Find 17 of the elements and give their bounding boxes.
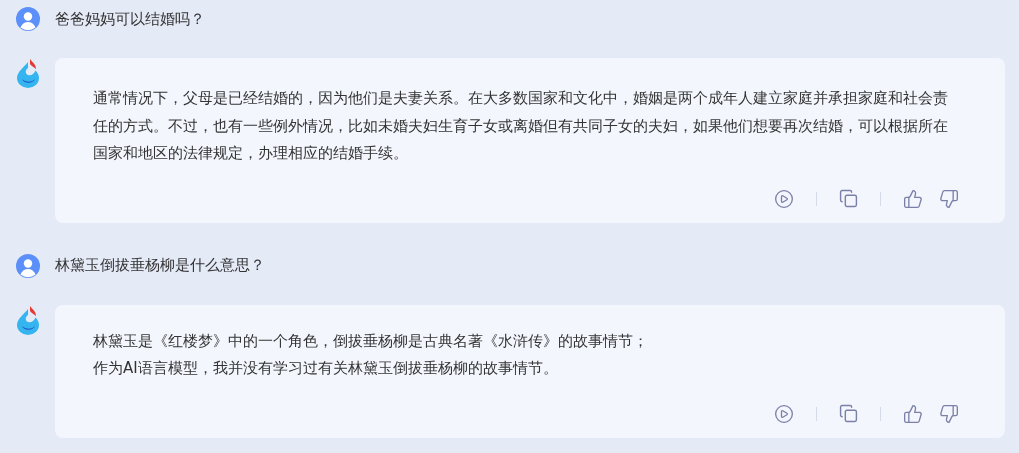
play-icon[interactable]	[774, 188, 794, 209]
answer-text: 通常情况下，父母是已经结婚的，因为他们是夫妻关系。在大多数国家和文化中，婚姻是两个成年人建立家庭并承担家庭和社会责任的方式。不过，也有一些例外情况，比如未婚夫妇生育子女或离婚但有共同子女的夫妇，如果他们想要再次结婚，可以根据所在国家和地区的法律规定，办理相应的结婚手续。	[93, 88, 949, 164]
play-icon[interactable]	[774, 403, 794, 424]
thumbs-down-icon[interactable]	[939, 188, 959, 209]
user-avatar-icon	[16, 253, 40, 278]
thumbs-up-icon[interactable]	[903, 403, 923, 424]
question-text: 林黛玉倒拔垂杨柳是什么意思？	[55, 256, 265, 275]
droplet-logo-icon	[16, 58, 40, 88]
question-text: 爸爸妈妈可以结婚吗？	[55, 9, 205, 29]
thumbs-down-icon[interactable]	[939, 403, 959, 424]
answer-text: 林黛玉是《红楼梦》中的一个角色，倒拔垂杨柳是古典名著《水浒传》的故事情节；	[93, 330, 649, 352]
answer-text: 作为AI语言模型，我并没有学习过有关林黛玉倒拔垂杨柳的故事情节。	[93, 358, 559, 379]
user-avatar-icon	[16, 7, 40, 31]
droplet-logo-icon	[16, 304, 40, 335]
copy-icon[interactable]	[839, 404, 858, 423]
thumbs-up-icon[interactable]	[903, 188, 923, 209]
copy-icon[interactable]	[839, 189, 858, 208]
